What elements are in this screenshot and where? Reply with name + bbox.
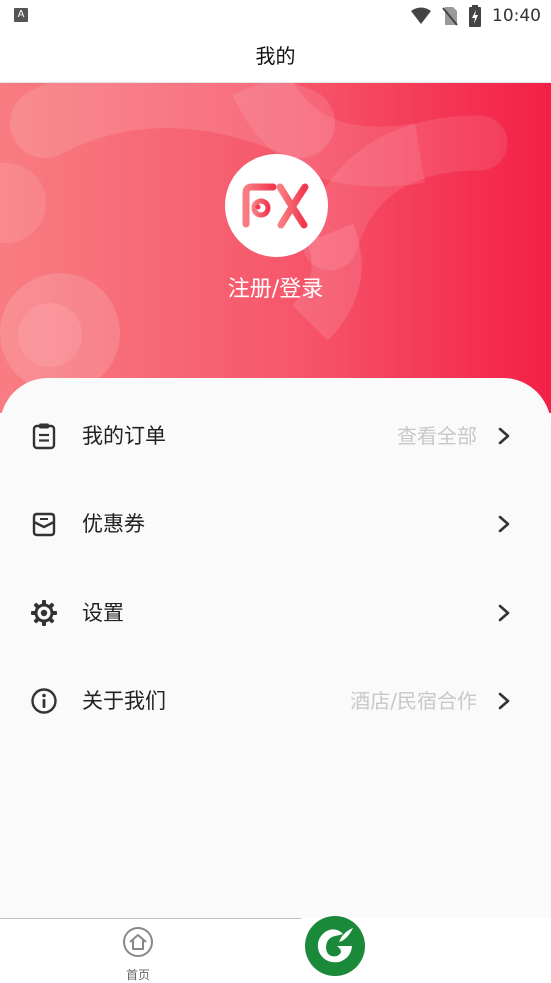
clipboard-icon <box>32 423 56 450</box>
envelope-icon <box>32 512 56 537</box>
menu-item-orders[interactable]: 我的订单 查看全部 <box>0 406 551 466</box>
menu-item-coupons[interactable]: 优惠券 <box>0 494 551 554</box>
gear-icon <box>31 600 57 626</box>
menu-item-settings[interactable]: 设置 <box>0 583 551 643</box>
battery-charging-icon <box>469 5 481 27</box>
wifi-icon <box>411 7 431 24</box>
nav-home[interactable]: 首页 <box>117 926 159 982</box>
notification-a-icon: A <box>14 8 28 22</box>
page-title: 我的 <box>255 44 296 68</box>
menu-label: 我的订单 <box>82 424 166 448</box>
status-bar: A 10:40 <box>0 0 551 32</box>
chevron-right-icon <box>498 604 510 622</box>
no-sim-icon <box>442 7 458 26</box>
nav-divider <box>0 918 301 919</box>
bottom-nav: 首页 <box>0 916 551 982</box>
menu-card: 我的订单 查看全部 优惠券 设置 关于我们 酒店/民宿合作 <box>0 378 551 918</box>
chevron-right-icon <box>498 692 510 710</box>
menu-label: 设置 <box>82 601 124 625</box>
clock: 10:40 <box>492 6 541 26</box>
brand-logo-icon[interactable] <box>303 914 367 978</box>
menu-label: 关于我们 <box>82 689 166 713</box>
status-icons: 10:40 <box>410 4 541 28</box>
nav-home-label: 首页 <box>125 968 150 982</box>
chevron-right-icon <box>498 427 510 445</box>
view-all-link[interactable]: 查看全部 <box>397 406 477 466</box>
chevron-right-icon <box>498 515 510 533</box>
menu-item-about[interactable]: 关于我们 酒店/民宿合作 <box>0 671 551 731</box>
partnership-link[interactable]: 酒店/民宿合作 <box>350 671 477 731</box>
home-icon <box>123 927 153 957</box>
fx-logo-icon <box>242 183 309 229</box>
menu-label: 优惠券 <box>82 512 145 536</box>
title-bar: 我的 <box>0 32 551 83</box>
login-register-link[interactable]: 注册/登录 <box>0 271 551 303</box>
profile-header: 注册/登录 <box>0 83 551 413</box>
avatar[interactable] <box>225 154 328 257</box>
info-icon <box>31 688 57 714</box>
